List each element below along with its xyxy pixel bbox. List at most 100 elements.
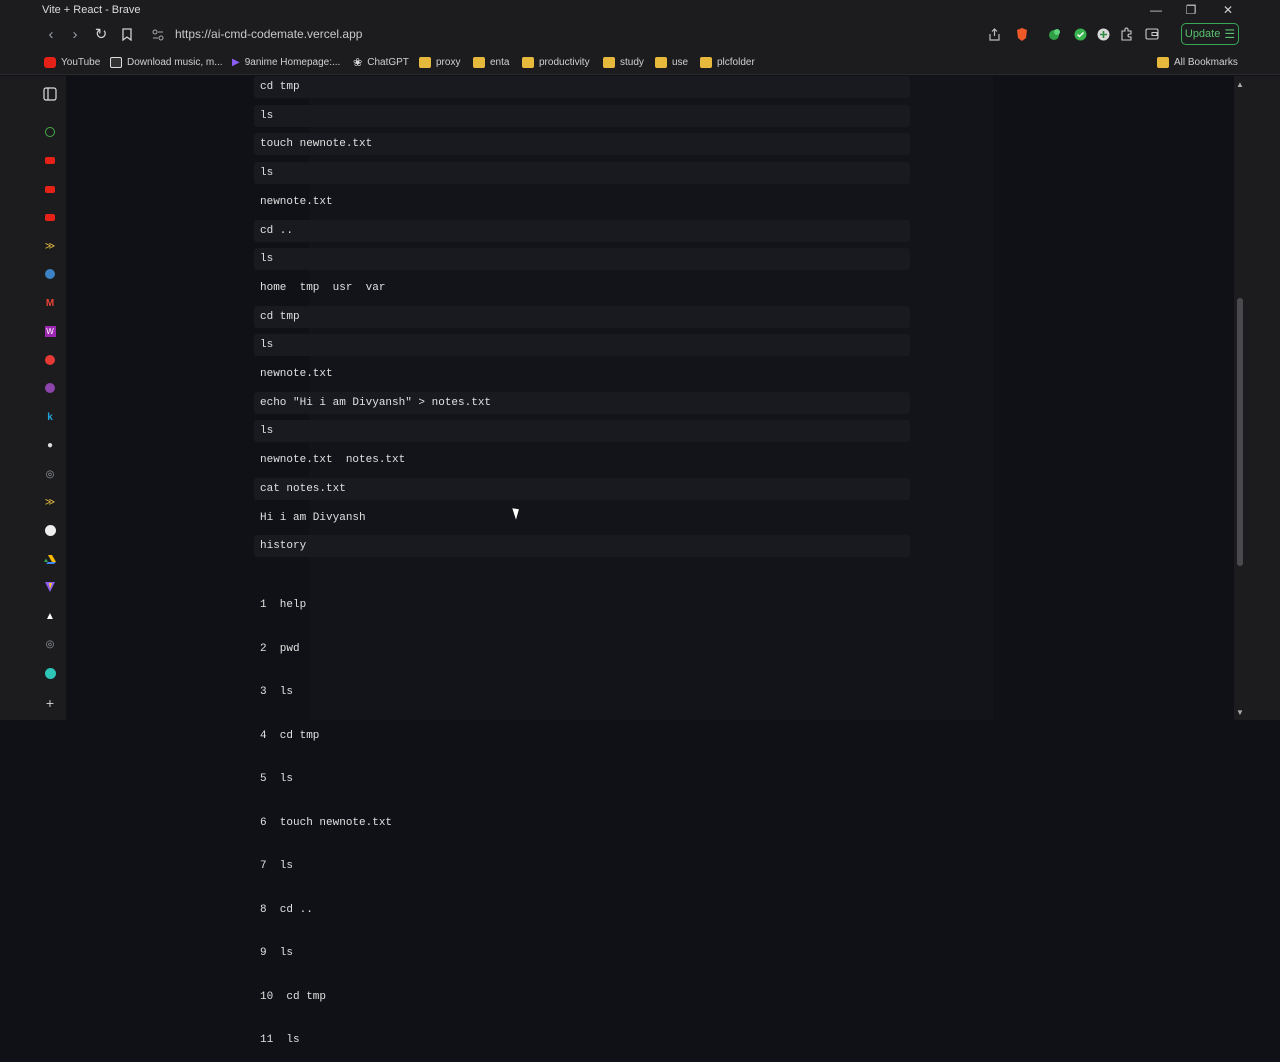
- folder-icon: [473, 56, 485, 68]
- history-entry: 10 cd tmp: [260, 990, 327, 1003]
- bookmark-label: All Bookmarks: [1174, 56, 1238, 68]
- window-frame-left: [0, 76, 34, 720]
- terminal-command: cd tmp: [254, 306, 910, 328]
- youtube-icon[interactable]: [43, 182, 57, 196]
- bookmark-label: 9anime Homepage:...: [244, 56, 341, 68]
- bookmark-9anime[interactable]: ▶ 9anime Homepage:...: [232, 54, 340, 70]
- all-bookmarks[interactable]: All Bookmarks: [1157, 54, 1238, 70]
- window-frame-right: [1246, 76, 1280, 720]
- extension-leaf-icon[interactable]: [1046, 25, 1064, 43]
- address-bar[interactable]: https://ai-cmd-codemate.vercel.app: [150, 22, 1010, 46]
- terminal-command: echo "Hi i am Divyansh" > notes.txt: [254, 392, 910, 414]
- sidebar-site-icon[interactable]: [43, 125, 57, 139]
- youtube-icon[interactable]: [43, 153, 57, 167]
- history-entry: 6 touch newnote.txt: [260, 816, 393, 829]
- scrollbar-thumb[interactable]: [1237, 298, 1243, 566]
- sidebar-site-icon[interactable]: ▲: [43, 609, 57, 623]
- back-icon[interactable]: ‹: [40, 24, 62, 44]
- history-entry: 2 pwd: [260, 642, 300, 655]
- toolbar: ‹ › ↻ https://ai-cmd-codemate.vercel.app…: [0, 20, 1280, 48]
- vite-icon[interactable]: [43, 580, 57, 594]
- bookmark-folder-proxy[interactable]: proxy: [419, 54, 460, 70]
- sidebar-site-icon[interactable]: [43, 666, 57, 680]
- update-label: Update: [1184, 28, 1221, 40]
- sidebar-site-icon[interactable]: ≫: [43, 495, 57, 509]
- folder-icon: [700, 56, 712, 68]
- bookmark-label: ChatGPT: [367, 56, 409, 68]
- bookmark-chatgpt[interactable]: ❀ ChatGPT: [353, 54, 409, 70]
- bookmark-folder-use[interactable]: use: [655, 54, 688, 70]
- page-scrollbar[interactable]: ▲ ▼: [1234, 76, 1246, 720]
- sidebar-toggle-icon[interactable]: [43, 87, 57, 101]
- bookmark-folder-plcfolder[interactable]: plcfolder: [700, 54, 755, 70]
- restore-icon[interactable]: ❐: [1173, 0, 1209, 20]
- sidebar-site-icon[interactable]: W: [43, 324, 57, 338]
- sidebar-site-icon[interactable]: [43, 267, 57, 281]
- bookmark-folder-study[interactable]: study: [603, 54, 644, 70]
- forward-icon[interactable]: ›: [64, 24, 86, 44]
- history-entry: 11 ls: [260, 1034, 300, 1046]
- youtube-icon[interactable]: [43, 210, 57, 224]
- globe-icon[interactable]: ◎: [43, 467, 57, 481]
- terminal-command: touch newnote.txt: [254, 133, 910, 155]
- sidebar-site-icon[interactable]: [43, 353, 57, 367]
- bookmark-label: YouTube: [61, 56, 101, 68]
- extension-check-icon[interactable]: [1071, 25, 1089, 43]
- globe-icon[interactable]: ◎: [43, 637, 57, 651]
- add-sidebar-item-icon[interactable]: +: [43, 695, 57, 711]
- bookmark-youtube[interactable]: YouTube: [44, 54, 100, 70]
- bookmark-folder-productivity[interactable]: productivity: [522, 54, 590, 70]
- gmail-icon[interactable]: M: [43, 296, 57, 310]
- update-button[interactable]: Update ☰: [1181, 23, 1239, 45]
- terminal-output-line: newnote.txt: [260, 196, 333, 208]
- sidebar-site-icon[interactable]: ≫: [43, 239, 57, 253]
- scroll-down-icon[interactable]: ▼: [1236, 708, 1244, 717]
- history-entry: 7 ls: [260, 860, 294, 872]
- terminal-command: ls: [254, 162, 910, 184]
- folder-icon: [1157, 56, 1169, 68]
- terminal-output-line: newnote.txt: [260, 368, 333, 380]
- drive-icon[interactable]: [43, 552, 57, 566]
- close-icon[interactable]: ✕: [1210, 0, 1246, 20]
- wallet-icon[interactable]: [1143, 25, 1161, 43]
- terminal-command: cd tmp: [254, 76, 910, 98]
- bookmark-folder-enta[interactable]: enta: [473, 54, 509, 70]
- minimize-icon[interactable]: —: [1138, 0, 1174, 20]
- bookmark-label: productivity: [539, 56, 590, 68]
- terminal-output-line: home tmp usr var: [260, 282, 386, 294]
- folder-icon: [419, 56, 431, 68]
- share-icon[interactable]: [985, 25, 1003, 43]
- window-titlebar: Vite + React - Brave: [0, 0, 1280, 20]
- extension-plus-icon[interactable]: [1094, 25, 1112, 43]
- terminal-command: ls: [254, 334, 910, 356]
- bookmark-label: Download music, m...: [127, 56, 223, 68]
- github-icon[interactable]: [43, 523, 57, 537]
- terminal-command: ls: [254, 105, 910, 127]
- history-entry: 1 help: [260, 599, 307, 611]
- scroll-up-icon[interactable]: ▲: [1236, 80, 1244, 89]
- url-text[interactable]: https://ai-cmd-codemate.vercel.app: [150, 27, 362, 41]
- history-output: 1 help 2 pwd 3 ls 4 cd tmp 5 ls 6 touch …: [260, 569, 392, 1062]
- reload-icon[interactable]: ↻: [90, 24, 112, 44]
- terminal-output-line: Hi i am Divyansh: [260, 512, 366, 524]
- sidebar-site-icon[interactable]: k: [43, 410, 57, 424]
- bookmark-label: study: [620, 56, 644, 68]
- bookmark-download-music[interactable]: Download music, m...: [110, 54, 223, 70]
- bookmark-icon[interactable]: [116, 24, 138, 44]
- bookmark-label: enta: [490, 56, 510, 68]
- folder-icon: [655, 56, 667, 68]
- brave-shields-icon[interactable]: [1013, 25, 1031, 43]
- history-entry: 8 cd ..: [260, 903, 313, 916]
- folder-icon: [522, 56, 534, 68]
- sidebar-site-icon[interactable]: [43, 381, 57, 395]
- extensions-puzzle-icon[interactable]: [1118, 25, 1136, 43]
- folder-icon: [603, 56, 615, 68]
- sidebar-site-icon[interactable]: ●: [43, 438, 57, 452]
- terminal-command: cd ..: [254, 220, 910, 242]
- site-settings-icon[interactable]: [152, 28, 164, 46]
- bookmark-label: proxy: [436, 56, 461, 68]
- terminal-command: history: [254, 535, 910, 557]
- terminal-command: ls: [254, 248, 910, 270]
- youtube-icon: [44, 56, 56, 68]
- bookmark-label: use: [672, 56, 689, 68]
